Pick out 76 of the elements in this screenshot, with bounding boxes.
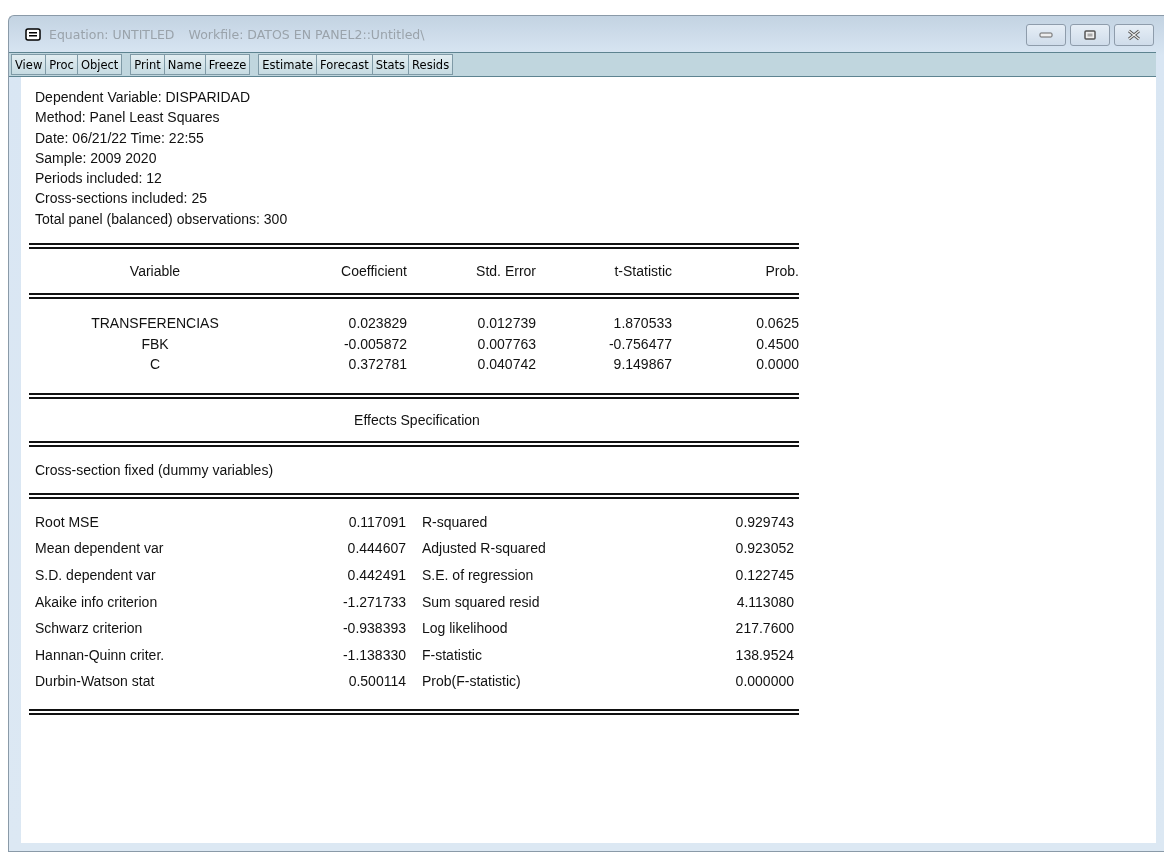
stat-label: Hannan-Quinn criter. [35, 646, 166, 663]
header-line: Date: 06/21/22 Time: 22:55 [35, 128, 205, 148]
header-line: Periods included: 12 [35, 169, 163, 189]
stat-label: Adjusted R-squared [421, 540, 547, 557]
window-subtitle: Workfile: DATOS EN PANEL2::Untitled\ [188, 26, 425, 42]
column-header: Prob. [764, 263, 799, 280]
stat-value: 0.500114 [347, 673, 406, 690]
toolbar-button[interactable]: Object [76, 54, 123, 75]
table-cell-text: C [148, 356, 162, 373]
stat-value: 217.7600 [734, 620, 794, 637]
table-cell-text: 0.007763 [476, 335, 536, 352]
stat-label: Prob(F-statistic) [421, 673, 522, 690]
table-cell-text: 0.372781 [347, 356, 407, 373]
header-line: Method: Panel Least Squares [35, 108, 221, 128]
stat-label: Durbin-Watson stat [35, 673, 156, 690]
toolbar-button[interactable]: Resids [408, 54, 454, 75]
header-line: Sample: 2009 2020 [35, 148, 158, 168]
table-cell-text: FBK [140, 335, 170, 352]
stat-label: R-squared [421, 513, 489, 530]
minimize-icon [1039, 32, 1053, 38]
maximize-button[interactable] [1070, 24, 1110, 46]
toolbar-button[interactable]: Stats [371, 54, 409, 75]
header-line: Total panel (balanced) observations: 300 [35, 209, 289, 229]
header-line: Dependent Variable: DISPARIDAD [35, 88, 252, 107]
table-cell-text: 0.040742 [476, 356, 536, 373]
toolbar-button[interactable]: Print [130, 54, 164, 75]
stat-value: 0.923052 [734, 540, 794, 557]
window-title: Equation: UNTITLED [49, 26, 175, 42]
stat-value: 0.929743 [734, 513, 794, 530]
table-cell-text: 0.023829 [347, 315, 407, 332]
close-button[interactable] [1114, 24, 1154, 46]
maximize-icon [1084, 30, 1096, 40]
toolbar-button[interactable]: View [11, 54, 46, 75]
close-icon [1127, 29, 1141, 41]
stat-label: Schwarz criterion [35, 620, 144, 637]
stat-value: -1.271733 [341, 593, 406, 610]
toolbar-button[interactable]: Forecast [316, 54, 372, 75]
table-cell-text: -0.756477 [607, 335, 672, 352]
table-cell-text: 0.0625 [755, 315, 799, 332]
stat-value: -0.938393 [341, 620, 406, 637]
table-cell-text: 0.012739 [476, 315, 536, 332]
column-header: t-Statistic [613, 263, 672, 280]
table-cell-text: 0.0000 [755, 356, 799, 373]
stat-value: 0.442491 [346, 567, 406, 584]
stat-value: 0.000000 [734, 673, 794, 690]
table-cell-text: -0.005872 [342, 335, 407, 352]
toolbar-button[interactable]: Proc [45, 54, 77, 75]
column-header: Variable [128, 263, 182, 280]
column-header: Coefficient [340, 263, 407, 280]
window-menu-icon[interactable] [25, 27, 41, 41]
stat-label: S.E. of regression [421, 567, 535, 584]
toolbar-button[interactable]: Estimate [258, 54, 317, 75]
stat-value: 0.122745 [734, 567, 794, 584]
stat-label: F-statistic [421, 646, 483, 663]
stat-label: Root MSE [35, 513, 100, 530]
stat-value: 0.117091 [347, 513, 406, 530]
stat-value: 0.444607 [346, 540, 406, 557]
table-cell-text: 1.870533 [612, 315, 672, 332]
stat-label: Sum squared resid [421, 593, 541, 610]
minimize-button[interactable] [1026, 24, 1066, 46]
table-cell-text: 9.149867 [612, 356, 672, 373]
stat-label: S.D. dependent var [35, 567, 157, 584]
section-title: Effects Specification [353, 411, 481, 428]
stat-value: 138.9524 [734, 646, 794, 663]
stat-label: Log likelihood [421, 620, 509, 637]
toolbar-button[interactable]: Name [163, 54, 205, 75]
effects-note: Cross-section fixed (dummy variables) [35, 461, 275, 478]
toolbar-button[interactable]: Freeze [204, 54, 251, 75]
stat-label: Akaike info criterion [35, 593, 159, 610]
table-cell-text: TRANSFERENCIAS [90, 315, 220, 332]
stat-value: 4.113080 [735, 593, 794, 610]
stat-value: -1.138330 [341, 646, 406, 663]
table-cell-text: 0.4500 [755, 335, 799, 352]
stat-label: Mean dependent var [35, 540, 165, 557]
column-header: Std. Error [475, 263, 536, 280]
header-line: Cross-sections included: 25 [35, 189, 208, 209]
